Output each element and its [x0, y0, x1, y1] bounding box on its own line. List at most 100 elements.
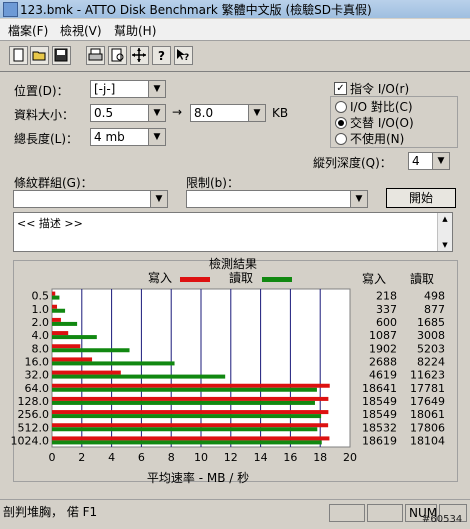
transfer-unit: KB	[272, 106, 289, 120]
save-icon[interactable]	[52, 46, 71, 65]
write-bar	[52, 436, 330, 441]
neither-radio[interactable]	[335, 133, 347, 145]
transfer-size-from-select[interactable]: 0.5 ▼	[90, 104, 166, 122]
total-length-select[interactable]: 4 mb ▼	[90, 128, 166, 146]
read-bar	[52, 295, 60, 300]
chevron-down-icon: ▼	[248, 105, 265, 121]
description-field[interactable]: << 描述 >> ▲ ▼	[13, 212, 453, 252]
write-value: 218	[376, 290, 397, 303]
menu-help[interactable]: 幫助(H)	[114, 22, 156, 39]
write-bar	[52, 383, 330, 388]
read-bar	[52, 427, 318, 432]
chevron-down-icon: ▼	[148, 105, 165, 121]
x-tick-label: 20	[343, 451, 357, 464]
description-scrollbar[interactable]: ▲ ▼	[437, 213, 452, 251]
start-button[interactable]: 開始	[386, 188, 456, 208]
write-value: 1902	[369, 342, 397, 355]
print-preview-icon[interactable]	[108, 46, 127, 65]
title-bar: 123.bmk - ATTO Disk Benchmark 繁體中文版 (檢驗S…	[0, 0, 470, 18]
category-label: 32.0	[25, 369, 50, 382]
write-bar	[52, 396, 329, 401]
overlapped-io-label: 交替 I/O(O)	[350, 116, 414, 130]
chevron-down-icon: ▼	[148, 129, 165, 145]
scroll-up-icon[interactable]: ▲	[438, 213, 452, 225]
chevron-down-icon: ▼	[432, 153, 449, 169]
drive-label: 位置(D)：	[14, 84, 69, 98]
status-help-text: 剖判堆胸， 偌 F1	[3, 505, 98, 519]
window-title: 123.bmk - ATTO Disk Benchmark 繁體中文版 (檢驗S…	[20, 3, 372, 17]
category-label: 16.0	[25, 355, 50, 368]
menu-file[interactable]: 檔案(F)	[8, 22, 48, 39]
drive-select[interactable]: [-j-] ▼	[90, 80, 166, 98]
transfer-size-to-select[interactable]: 8.0 ▼	[190, 104, 266, 122]
context-help-icon[interactable]: ?	[174, 46, 193, 65]
read-header: 讀取	[410, 272, 434, 286]
restrict-select[interactable]: ▼	[186, 190, 368, 208]
write-header: 寫入	[362, 271, 386, 286]
category-label: 128.0	[18, 395, 50, 408]
x-tick-label: 14	[254, 451, 268, 464]
read-bar	[52, 348, 130, 353]
help-icon[interactable]: ?	[152, 46, 171, 65]
x-tick-label: 4	[108, 451, 115, 464]
controlled-label: 條紋群組(G)：	[14, 176, 93, 190]
open-icon[interactable]	[30, 46, 49, 65]
transfer-size-label: 資料大小：	[14, 108, 75, 122]
neither-label: 不使用(N)	[350, 132, 405, 146]
status-panel-2	[367, 504, 403, 522]
write-value: 18619	[362, 434, 397, 447]
read-value: 5203	[417, 342, 445, 355]
menu-view[interactable]: 檢視(V)	[60, 22, 102, 39]
write-legend-swatch	[180, 277, 210, 282]
svg-text:?: ?	[184, 53, 189, 63]
read-bar	[52, 361, 175, 366]
app-icon	[3, 2, 18, 17]
print-icon[interactable]	[86, 46, 105, 65]
restrict-label: 限制(b)：	[186, 176, 239, 190]
write-value: 337	[376, 303, 397, 316]
category-label: 0.5	[32, 290, 50, 303]
queue-depth-select[interactable]: 4 ▼	[408, 152, 450, 170]
read-bar	[52, 308, 66, 313]
category-label: 2.0	[32, 316, 50, 329]
x-tick-label: 8	[168, 451, 175, 464]
direct-io-checkbox[interactable]: ✓	[334, 82, 347, 95]
write-bar	[52, 410, 329, 415]
category-label: 8.0	[32, 342, 50, 355]
read-value: 17806	[410, 421, 445, 434]
read-bar	[52, 440, 322, 445]
chevron-down-icon: ▼	[148, 81, 165, 97]
write-bar	[52, 357, 93, 362]
x-tick-label: 12	[224, 451, 238, 464]
x-tick-label: 18	[313, 451, 327, 464]
write-value: 600	[376, 316, 397, 329]
svg-text:?: ?	[158, 49, 165, 63]
x-tick-label: 0	[49, 451, 56, 464]
read-value: 18104	[410, 434, 445, 447]
new-icon[interactable]	[9, 46, 28, 65]
chevron-down-icon: ▼	[350, 191, 367, 207]
scroll-down-icon[interactable]: ▼	[438, 239, 452, 251]
write-value: 18549	[362, 395, 397, 408]
write-bar	[52, 317, 61, 322]
write-value: 1087	[369, 329, 397, 342]
read-value: 17781	[410, 382, 445, 395]
menu-bar: 檔案(F) 檢視(V) 幫助(H)	[0, 19, 470, 41]
write-bar	[52, 370, 121, 375]
controlled-select[interactable]: ▼	[13, 190, 168, 208]
write-value: 18532	[362, 421, 397, 434]
io-compare-radio[interactable]	[335, 101, 347, 113]
read-bar	[52, 335, 97, 340]
category-label: 1.0	[32, 303, 50, 316]
move-icon[interactable]	[130, 46, 149, 65]
x-tick-label: 16	[283, 451, 297, 464]
write-bar	[52, 331, 69, 336]
write-bar	[52, 423, 329, 428]
direct-io-label: 指令 I/O(r)	[350, 82, 410, 96]
write-value: 2688	[369, 355, 397, 368]
overlapped-io-radio[interactable]	[335, 117, 347, 129]
category-label: 64.0	[25, 382, 50, 395]
x-tick-label: 10	[194, 451, 208, 464]
results-title: 檢測結果	[209, 256, 257, 271]
category-label: 4.0	[32, 329, 50, 342]
